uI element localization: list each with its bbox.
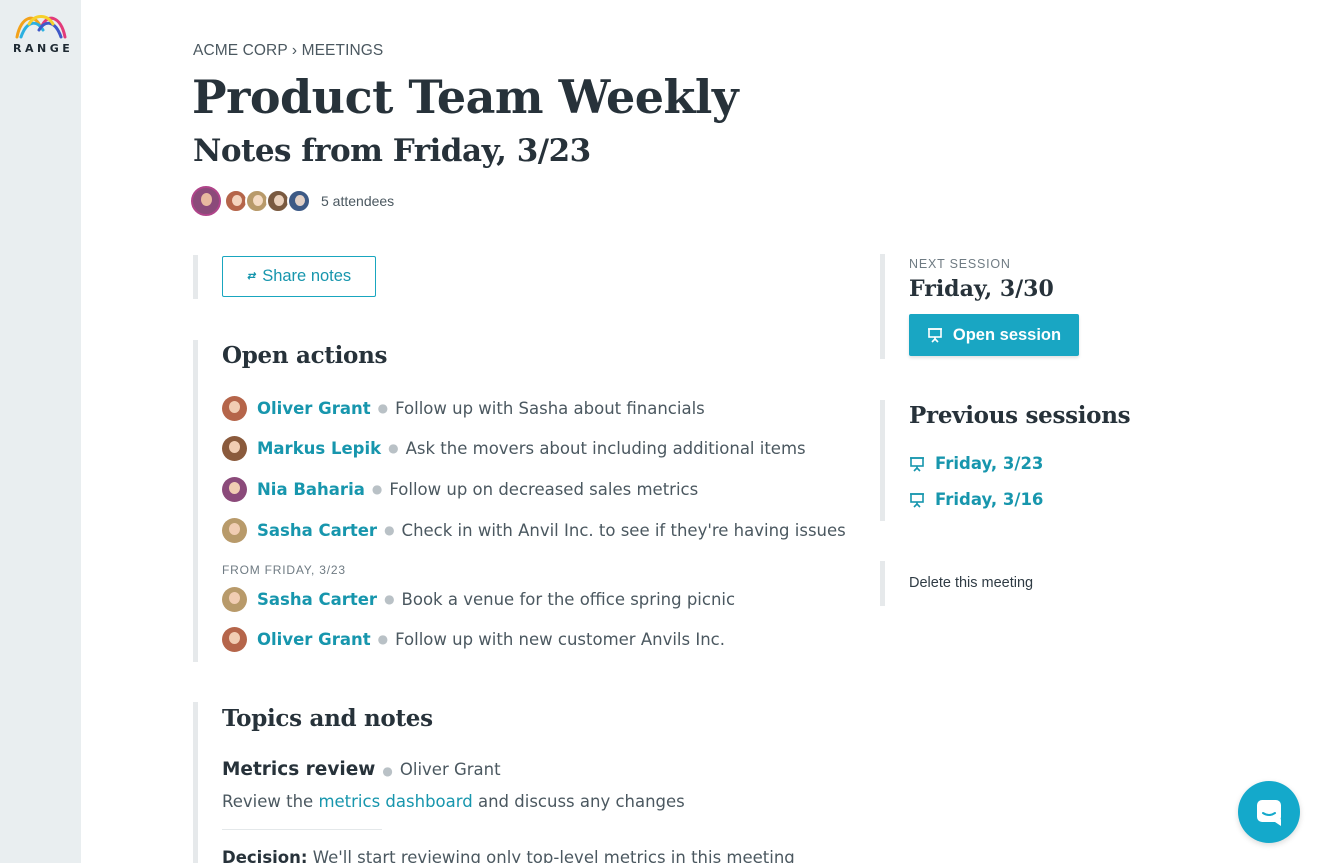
metrics-dashboard-link[interactable]: metrics dashboard xyxy=(318,792,472,811)
avatar xyxy=(222,395,247,421)
topic-title: Metrics review xyxy=(222,759,376,780)
share-icon: ⇄ xyxy=(246,271,255,282)
topic-description: Review the metrics dashboard and discuss… xyxy=(222,792,685,811)
action-item[interactable]: Markus Lepik ● Ask the movers about incl… xyxy=(222,435,806,461)
previous-session-date: Friday, 3/16 xyxy=(935,490,1044,509)
range-logo[interactable]: RANGE xyxy=(10,10,72,55)
breadcrumb-section[interactable]: MEETINGS xyxy=(302,42,384,59)
avatar xyxy=(222,435,247,461)
topic-decision: Decision: We'll start reviewing only top… xyxy=(222,848,795,863)
chat-icon xyxy=(1257,800,1281,826)
separator-dot: ● xyxy=(388,441,399,455)
action-item[interactable]: Oliver Grant ● Follow up with new custom… xyxy=(222,626,725,652)
topic-owner: Oliver Grant xyxy=(399,760,501,779)
delete-meeting-link[interactable]: Delete this meeting xyxy=(909,575,1033,591)
brand-name: RANGE xyxy=(13,42,74,55)
action-item[interactable]: Nia Baharia ● Follow up on decreased sal… xyxy=(222,476,698,502)
action-item[interactable]: Sasha Carter ● Check in with Anvil Inc. … xyxy=(222,517,846,543)
action-text: Follow up with Sasha about financials xyxy=(395,398,705,418)
separator-dot: ● xyxy=(371,482,383,496)
share-notes-button[interactable]: ⇄ Share notes xyxy=(222,256,376,297)
section-divider xyxy=(880,254,885,359)
action-assignee[interactable]: Markus Lepik xyxy=(257,439,381,458)
topic-header[interactable]: Metrics review ● Oliver Grant xyxy=(222,759,501,780)
action-text: Follow up with new customer Anvils Inc. xyxy=(395,629,725,649)
topic-desc-before: Review the xyxy=(222,792,314,811)
separator-dot: ● xyxy=(384,523,395,537)
action-text: Check in with Anvil Inc. to see if they'… xyxy=(401,520,846,540)
carried-actions-label: FROM FRIDAY, 3/23 xyxy=(222,563,346,577)
avatar xyxy=(222,517,247,543)
presentation-icon xyxy=(927,328,942,343)
page-subtitle: Notes from Friday, 3/23 xyxy=(193,133,591,169)
avatar xyxy=(222,626,247,652)
previous-sessions-title: Previous sessions xyxy=(909,402,1131,429)
avatar xyxy=(191,186,221,216)
breadcrumb-org[interactable]: ACME CORP xyxy=(193,42,288,59)
previous-session-link[interactable]: Friday, 3/23 xyxy=(909,454,1043,473)
previous-session-link[interactable]: Friday, 3/16 xyxy=(909,490,1043,509)
open-session-label: Open session xyxy=(952,325,1062,344)
action-assignee[interactable]: Oliver Grant xyxy=(257,630,371,649)
open-session-button[interactable]: Open session xyxy=(909,314,1079,356)
app-sidebar: RANGE xyxy=(0,0,81,863)
topics-title: Topics and notes xyxy=(222,705,433,732)
share-notes-label: Share notes xyxy=(262,267,352,285)
decision-label: Decision: xyxy=(222,848,308,863)
breadcrumb-separator: › xyxy=(291,42,298,59)
action-item[interactable]: Oliver Grant ● Follow up with Sasha abou… xyxy=(222,395,705,421)
breadcrumb: ACME CORP › MEETINGS xyxy=(193,42,383,60)
separator-dot: ● xyxy=(384,592,395,606)
action-item[interactable]: Sasha Carter ● Book a venue for the offi… xyxy=(222,586,735,612)
section-divider xyxy=(880,561,885,606)
action-assignee[interactable]: Sasha Carter xyxy=(257,590,377,609)
section-divider xyxy=(193,702,198,863)
section-divider xyxy=(193,255,198,299)
separator-dot: ● xyxy=(377,632,389,646)
attendee-count: 5 attendees xyxy=(321,193,395,209)
attendee-list[interactable]: 5 attendees xyxy=(191,186,394,216)
next-session-label: NEXT SESSION xyxy=(909,257,1011,271)
presentation-icon xyxy=(910,456,924,472)
section-divider xyxy=(880,400,885,521)
action-assignee[interactable]: Nia Baharia xyxy=(257,480,365,499)
action-text: Ask the movers about including additiona… xyxy=(405,438,806,458)
avatar xyxy=(222,586,247,612)
avatar xyxy=(222,476,247,502)
action-assignee[interactable]: Oliver Grant xyxy=(257,399,371,418)
action-assignee[interactable]: Sasha Carter xyxy=(257,521,377,540)
separator-dot: ● xyxy=(377,401,389,415)
action-text: Book a venue for the office spring picni… xyxy=(401,589,736,609)
page-title: Product Team Weekly xyxy=(192,70,739,124)
range-logo-icon xyxy=(15,15,67,39)
separator-dot: ● xyxy=(382,764,393,778)
topic-divider xyxy=(222,829,382,830)
open-actions-title: Open actions xyxy=(222,342,388,369)
section-divider xyxy=(193,340,198,662)
next-session-date: Friday, 3/30 xyxy=(909,276,1054,302)
action-text: Follow up on decreased sales metrics xyxy=(389,479,699,499)
avatar xyxy=(287,189,311,213)
presentation-icon xyxy=(910,492,924,508)
chat-launcher-button[interactable] xyxy=(1238,781,1300,843)
topic-desc-after: and discuss any changes xyxy=(477,792,685,811)
previous-session-date: Friday, 3/23 xyxy=(935,454,1044,473)
decision-text: We'll start reviewing only top-level met… xyxy=(312,848,795,863)
